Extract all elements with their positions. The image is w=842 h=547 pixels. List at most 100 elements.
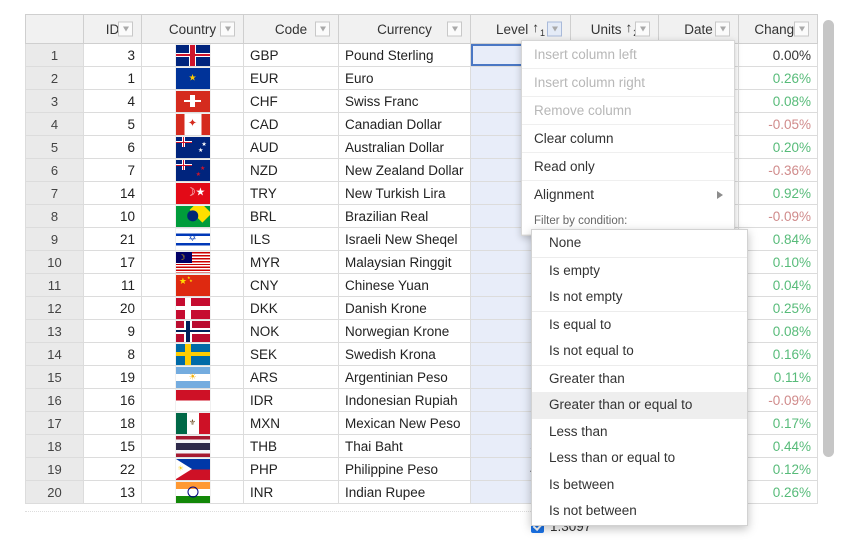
id-cell[interactable]: 13 (83, 480, 142, 504)
id-cell[interactable]: 7 (83, 158, 142, 182)
code-cell[interactable]: CHF (243, 89, 339, 113)
currency-cell[interactable]: Thai Baht (338, 434, 471, 458)
filter-dropdown-icon-level[interactable] (547, 21, 562, 37)
country-flag-cell[interactable]: ★ ★ (141, 135, 244, 159)
country-flag-cell[interactable] (141, 319, 244, 343)
condition-option[interactable]: Is between (532, 472, 747, 499)
filter-condition-dropdown[interactable]: None Is empty Is not empty Is equal to Is no… (531, 229, 748, 526)
country-flag-cell[interactable] (141, 296, 244, 320)
id-cell[interactable]: 8 (83, 342, 142, 366)
id-cell[interactable]: 15 (83, 434, 142, 458)
change-cell[interactable]: 0.84% (738, 227, 818, 251)
change-cell[interactable]: -0.09% (738, 204, 818, 228)
code-cell[interactable]: BRL (243, 204, 339, 228)
change-cell[interactable]: 0.26% (738, 66, 818, 90)
country-flag-cell[interactable]: ☽★ (141, 181, 244, 205)
currency-cell[interactable]: Pound Sterling (338, 43, 471, 67)
code-cell[interactable]: IDR (243, 388, 339, 412)
id-cell[interactable]: 4 (83, 89, 142, 113)
currency-cell[interactable]: Swedish Krona (338, 342, 471, 366)
country-flag-cell[interactable]: ✦ (141, 112, 244, 136)
condition-option[interactable]: Is not empty (532, 284, 747, 312)
code-cell[interactable]: NOK (243, 319, 339, 343)
change-cell[interactable]: 0.08% (738, 89, 818, 113)
code-cell[interactable]: CAD (243, 112, 339, 136)
country-flag-cell[interactable] (141, 204, 244, 228)
filter-dropdown-icon-id[interactable] (118, 21, 133, 37)
column-header-currency[interactable]: Currency (338, 14, 471, 44)
code-cell[interactable]: PHP (243, 457, 339, 481)
country-flag-cell[interactable]: ☽ (141, 250, 244, 274)
change-cell[interactable]: -0.36% (738, 158, 818, 182)
currency-cell[interactable]: Euro (338, 66, 471, 90)
condition-option[interactable]: Greater than or equal to (532, 392, 747, 419)
country-flag-cell[interactable]: ★ ★ ★ (141, 273, 244, 297)
change-cell[interactable]: 0.08% (738, 319, 818, 343)
country-flag-cell[interactable]: ☀ (141, 365, 244, 389)
code-cell[interactable]: SEK (243, 342, 339, 366)
country-flag-cell[interactable] (141, 342, 244, 366)
condition-option[interactable]: Is not equal to (532, 338, 747, 366)
currency-cell[interactable]: Israeli New Sheqel (338, 227, 471, 251)
code-cell[interactable]: ILS (243, 227, 339, 251)
condition-option[interactable]: Is equal to (532, 312, 747, 339)
context-menu-item[interactable]: Read only (522, 153, 734, 181)
country-flag-cell[interactable]: ☀ (141, 457, 244, 481)
condition-option[interactable]: Less than (532, 419, 747, 446)
condition-option[interactable]: Less than or equal to (532, 445, 747, 472)
code-cell[interactable]: THB (243, 434, 339, 458)
code-cell[interactable]: GBP (243, 43, 339, 67)
change-cell[interactable]: 0.04% (738, 273, 818, 297)
filter-dropdown-icon-country[interactable] (220, 21, 235, 37)
code-cell[interactable]: ARS (243, 365, 339, 389)
change-cell[interactable]: 0.11% (738, 365, 818, 389)
code-cell[interactable]: DKK (243, 296, 339, 320)
code-cell[interactable]: TRY (243, 181, 339, 205)
condition-option[interactable]: Greater than (532, 366, 747, 393)
change-cell[interactable]: 0.16% (738, 342, 818, 366)
change-cell[interactable]: 0.26% (738, 480, 818, 504)
currency-cell[interactable]: Philippine Peso (338, 457, 471, 481)
id-cell[interactable]: 14 (83, 181, 142, 205)
country-flag-cell[interactable]: ★ (141, 66, 244, 90)
id-cell[interactable]: 19 (83, 365, 142, 389)
id-cell[interactable]: 11 (83, 273, 142, 297)
currency-cell[interactable]: New Zealand Dollar (338, 158, 471, 182)
grid-corner-header[interactable] (25, 14, 84, 44)
currency-cell[interactable]: Canadian Dollar (338, 112, 471, 136)
country-flag-cell[interactable]: ✡ (141, 227, 244, 251)
code-cell[interactable]: EUR (243, 66, 339, 90)
currency-cell[interactable]: New Turkish Lira (338, 181, 471, 205)
id-cell[interactable]: 5 (83, 112, 142, 136)
id-cell[interactable]: 3 (83, 43, 142, 67)
column-header-change[interactable]: Change (738, 14, 818, 44)
currency-cell[interactable]: Argentinian Peso (338, 365, 471, 389)
id-cell[interactable]: 6 (83, 135, 142, 159)
change-cell[interactable]: 0.25% (738, 296, 818, 320)
code-cell[interactable]: CNY (243, 273, 339, 297)
id-cell[interactable]: 20 (83, 296, 142, 320)
vertical-scrollbar[interactable] (823, 16, 834, 526)
currency-cell[interactable]: Swiss Franc (338, 89, 471, 113)
id-cell[interactable]: 9 (83, 319, 142, 343)
code-cell[interactable]: MYR (243, 250, 339, 274)
country-flag-cell[interactable] (141, 43, 244, 67)
change-cell[interactable]: -0.05% (738, 112, 818, 136)
id-cell[interactable]: 21 (83, 227, 142, 251)
context-menu-item[interactable]: Alignment (522, 181, 734, 208)
filter-dropdown-icon-currency[interactable] (447, 21, 462, 37)
currency-cell[interactable]: Chinese Yuan (338, 273, 471, 297)
change-cell[interactable]: 0.44% (738, 434, 818, 458)
change-cell[interactable]: 0.92% (738, 181, 818, 205)
currency-cell[interactable]: Australian Dollar (338, 135, 471, 159)
currency-cell[interactable]: Norwegian Krone (338, 319, 471, 343)
currency-cell[interactable]: Indonesian Rupiah (338, 388, 471, 412)
condition-option[interactable]: Is not between (532, 498, 747, 525)
change-cell[interactable]: -0.09% (738, 388, 818, 412)
code-cell[interactable]: NZD (243, 158, 339, 182)
country-flag-cell[interactable]: ★ ★ (141, 158, 244, 182)
country-flag-cell[interactable]: ⚜ (141, 411, 244, 435)
change-cell[interactable]: 0.00% (738, 43, 818, 67)
id-cell[interactable]: 22 (83, 457, 142, 481)
filter-dropdown-icon-code[interactable] (315, 21, 330, 37)
